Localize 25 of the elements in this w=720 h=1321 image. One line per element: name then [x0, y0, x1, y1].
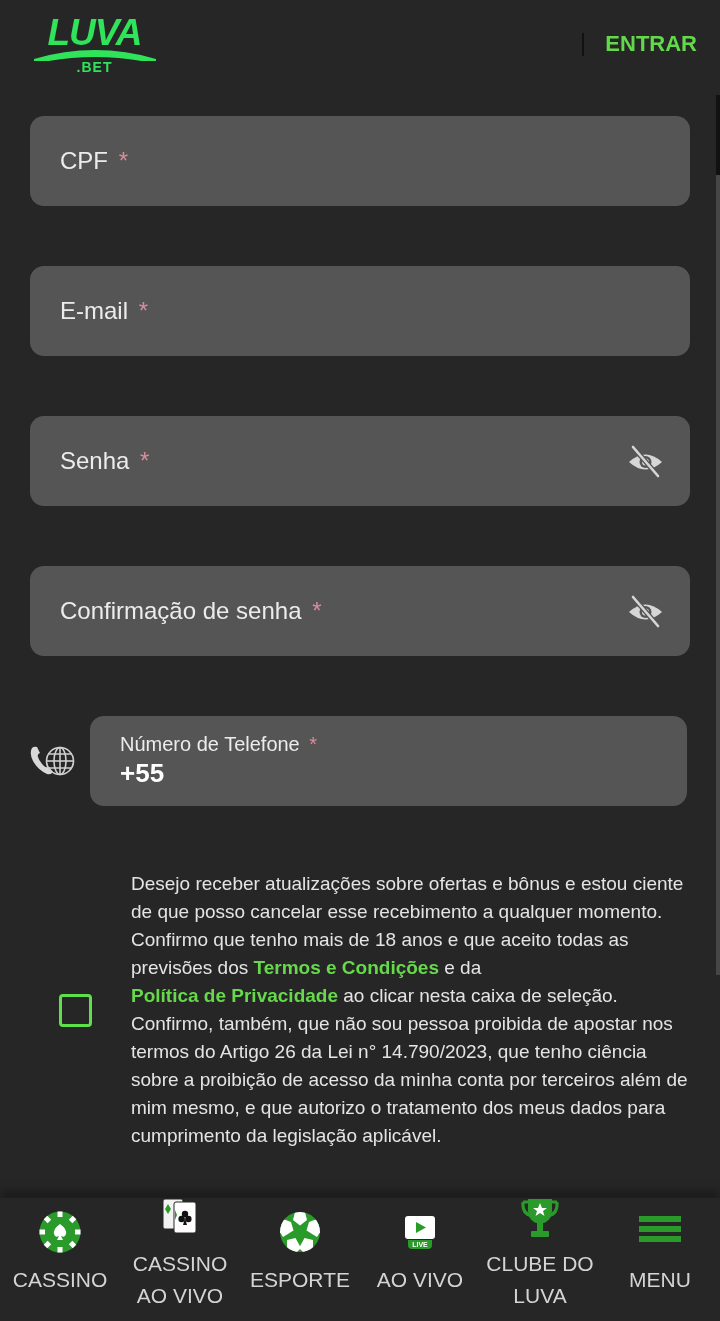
text-link[interactable]: Política de Privacidade [131, 985, 338, 1006]
text-link[interactable]: Termos e Condições [253, 957, 439, 978]
login-link[interactable]: ENTRAR [605, 32, 697, 56]
phone-globe-icon [29, 745, 75, 777]
nav-item[interactable]: ESPORTE [240, 1198, 360, 1321]
soccer-ball-icon [279, 1211, 321, 1253]
consent-text: Desejo receber atualizações sobre ofertas e bônus e estou ciente de que posso cancelar esse recebimento a qualquer momento. Confirmo que tenho mais de 18 anos e que aceito todas as previsões dos Termos e Condições e da Política de Privacidade ao clicar nesta caixa de seleção. Confirmo, também, que não sou pessoa proibida de apostar nos termos do Artigo 26 da Lei n° 14.790/2023, que tenho ciência sobre a proibição de acesso da minha conta por terceiros além de mim mesmo, e que autorizo o tratamento dos meus dados para cumprimento da legislação aplicável. [131, 872, 689, 1148]
menu-icon [639, 1216, 681, 1242]
eye-off-icon[interactable] [627, 444, 664, 478]
casino-chip-icon [39, 1211, 81, 1253]
password-field[interactable]: Senha * [30, 416, 690, 506]
nav-item[interactable]: CASSINO AO VIVO [120, 1198, 240, 1321]
logo-suffix: .BET [76, 61, 113, 73]
input-field[interactable]: E-mail * [30, 266, 690, 356]
nav-item[interactable]: CASSINO [0, 1198, 120, 1321]
nav-item[interactable]: MENU [600, 1198, 720, 1321]
logo-wordmark: LUVA [47, 18, 142, 48]
phone-field[interactable]: Número de Telefone * +55 [90, 716, 687, 806]
logo-arch-icon [33, 49, 156, 61]
eye-off-icon[interactable] [627, 594, 664, 628]
password-field[interactable]: Confirmação de senha * [30, 566, 690, 656]
nav-item[interactable]: CLUBE DO LUVA [480, 1198, 600, 1321]
trophy-star-icon [519, 1198, 561, 1240]
input-field[interactable]: CPF * [30, 116, 690, 206]
checkbox[interactable] [59, 993, 92, 1027]
